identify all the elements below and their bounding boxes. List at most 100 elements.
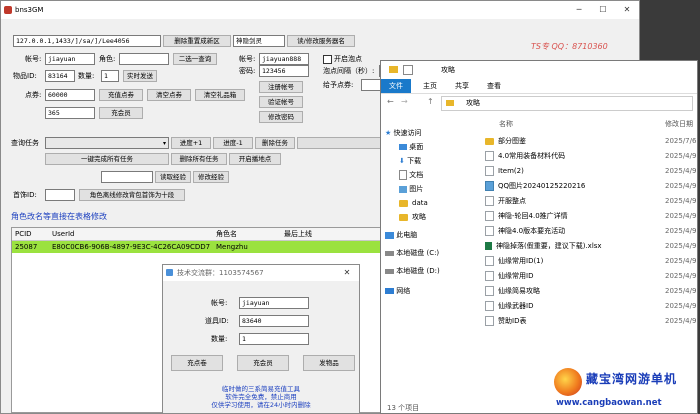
file-name: 仙缘常用ID(1) bbox=[498, 257, 544, 265]
modify-exp-button[interactable]: 修改经验 bbox=[193, 171, 229, 183]
nav-item-documents[interactable]: 文档 bbox=[381, 169, 473, 181]
list-item[interactable]: Item(2) 2025/4/9 bbox=[481, 165, 697, 178]
text-file-icon bbox=[485, 151, 494, 161]
nav-item-pictures[interactable]: 图片 bbox=[381, 183, 473, 195]
cell-userid[interactable]: E80C0CB6-906B-4897-9E3C-4C26CA09CDD7 bbox=[52, 241, 210, 253]
table-row[interactable]: 25087 E80C0CB6-906B-4897-9E3C-4C26CA09CD… bbox=[12, 241, 382, 253]
minimize-icon[interactable]: ─ bbox=[567, 1, 591, 19]
recharge-vip-button[interactable]: 充会员 bbox=[99, 107, 143, 119]
item-id-field[interactable]: 83164 bbox=[45, 70, 75, 82]
nav-item-network[interactable]: 网络 bbox=[381, 285, 473, 297]
notice-line-2: 软件完全免费，禁止商用 bbox=[225, 393, 297, 401]
nav-item-data[interactable]: data bbox=[381, 197, 473, 209]
reset-new-server-button[interactable]: 删除重置成新区 bbox=[163, 35, 231, 47]
list-item[interactable]: 神隐4.0版本要充活动 2025/4/9 bbox=[481, 225, 697, 238]
exp-field[interactable] bbox=[101, 171, 153, 183]
col-role-name[interactable]: 角色名 bbox=[216, 228, 237, 240]
list-item[interactable]: 部分图鉴 2025/7/6 bbox=[481, 135, 697, 148]
nav-item-disk-d[interactable]: 本地磁盘 (D:) bbox=[381, 265, 473, 277]
clear-points-button[interactable]: 清空点券 bbox=[147, 89, 191, 101]
change-password-button[interactable]: 修改密码 bbox=[259, 111, 303, 123]
close-icon[interactable]: ✕ bbox=[615, 1, 639, 19]
jewelry-id-field[interactable] bbox=[45, 189, 75, 201]
tab-home[interactable]: 主页 bbox=[423, 79, 437, 93]
file-date: 2025/4/9 bbox=[665, 197, 697, 205]
dialog-points-button[interactable]: 充点卷 bbox=[171, 355, 223, 371]
file-date: 2025/4/9 bbox=[665, 302, 697, 310]
choose-one-query-button[interactable]: 二选一查询 bbox=[173, 53, 217, 65]
nav-item-guide[interactable]: 攻略 bbox=[381, 211, 473, 223]
list-item[interactable]: 神隐-轮回4.0推广详情 2025/4/9 bbox=[481, 210, 697, 223]
backpack-jewelry-button[interactable]: 角色离线修改背包首饰为十段 bbox=[79, 189, 185, 201]
dialog-item-id-field[interactable]: 83640 bbox=[239, 315, 309, 327]
list-item[interactable]: 赞助ID表 2025/4/9 bbox=[481, 315, 697, 328]
task-select[interactable]: ▾ bbox=[45, 137, 169, 149]
file-date: 2025/4/9 bbox=[665, 152, 697, 160]
server-address-field[interactable]: 127.0.0.1,1433/]/sa/]/Lee4056 bbox=[13, 35, 161, 47]
nav-item-desktop[interactable]: 桌面 bbox=[381, 141, 473, 153]
forward-icon[interactable]: → bbox=[401, 97, 408, 106]
nav-item-this-pc[interactable]: 此电脑 bbox=[381, 229, 473, 241]
col-pcid[interactable]: PCID bbox=[15, 228, 32, 240]
list-item[interactable]: 开服整点 2025/4/9 bbox=[481, 195, 697, 208]
list-item[interactable]: 仙缘简易攻略 2025/4/9 bbox=[481, 285, 697, 298]
vip-days-field[interactable]: 365 bbox=[45, 107, 95, 119]
nav-item-downloads[interactable]: ⬇ 下载 bbox=[381, 155, 473, 167]
account-field[interactable]: jiayuan bbox=[45, 53, 95, 65]
password-field[interactable]: 123456 bbox=[259, 65, 309, 77]
file-name: 赞助ID表 bbox=[498, 317, 527, 325]
cell-pcid[interactable]: 25087 bbox=[15, 241, 37, 253]
nav-item-quick-access[interactable]: ★ 快速访问 bbox=[381, 127, 473, 139]
recharge-points-button[interactable]: 充值点券 bbox=[99, 89, 143, 101]
file-name: 部分图鉴 bbox=[498, 137, 526, 145]
dialog-close-icon[interactable]: ✕ bbox=[335, 265, 359, 281]
check-icon[interactable] bbox=[403, 65, 413, 75]
list-item[interactable]: 仙缘常用ID(1) 2025/4/9 bbox=[481, 255, 697, 268]
register-account-button[interactable]: 注册帐号 bbox=[259, 81, 303, 93]
tab-share[interactable]: 共享 bbox=[455, 79, 469, 93]
nav-item-disk-c[interactable]: 本地磁盘 (C:) bbox=[381, 247, 473, 259]
qty-field[interactable]: 1 bbox=[101, 70, 119, 82]
up-icon[interactable]: ↑ bbox=[427, 97, 434, 106]
maximize-icon[interactable]: ☐ bbox=[591, 1, 615, 19]
read-exp-button[interactable]: 读取经验 bbox=[155, 171, 191, 183]
col-userid[interactable]: UserId bbox=[52, 228, 74, 240]
delete-task-button[interactable]: 删除任务 bbox=[255, 137, 295, 149]
list-item[interactable]: QQ图片20240125220216 2025/4/9 bbox=[481, 180, 697, 193]
verify-account-button[interactable]: 验证帐号 bbox=[259, 96, 303, 108]
progress-minus-button[interactable]: 进度-1 bbox=[213, 137, 253, 149]
modify-server-name-button[interactable]: 读/修改服务器名 bbox=[287, 35, 355, 47]
dialog-vip-button[interactable]: 充会员 bbox=[237, 355, 289, 371]
col-name[interactable]: 名称 bbox=[499, 117, 513, 131]
file-list-header: 名称 修改日期 bbox=[481, 117, 697, 131]
dialog-item-button[interactable]: 发物品 bbox=[303, 355, 355, 371]
role-field[interactable] bbox=[119, 53, 169, 65]
back-icon[interactable]: ← bbox=[387, 97, 394, 106]
breadcrumb[interactable]: 攻略 bbox=[441, 96, 693, 111]
col-last-online[interactable]: 最后上线 bbox=[284, 228, 312, 240]
explorer-title: 攻略 bbox=[441, 66, 455, 74]
account2-field[interactable]: jiayuan888 bbox=[259, 53, 309, 65]
delete-all-tasks-button[interactable]: 删除所有任务 bbox=[171, 153, 227, 165]
file-date: 2025/4/9 bbox=[665, 257, 697, 265]
list-item[interactable]: 仙缘常用ID 2025/4/9 bbox=[481, 270, 697, 283]
server-name-field[interactable]: 神隐剑灵 bbox=[233, 35, 285, 47]
open-map-point-button[interactable]: 开启播地点 bbox=[229, 153, 281, 165]
points-field[interactable]: 60000 bbox=[45, 89, 95, 101]
network-icon bbox=[385, 288, 394, 294]
tab-view[interactable]: 查看 bbox=[487, 79, 501, 93]
progress-plus-button[interactable]: 进度+1 bbox=[171, 137, 211, 149]
realtime-send-button[interactable]: 实时发送 bbox=[123, 70, 157, 82]
dialog-account-field[interactable]: jiayuan bbox=[239, 297, 309, 309]
dialog-qty-field[interactable]: 1 bbox=[239, 333, 309, 345]
complete-all-tasks-button[interactable]: 一键完成所有任务 bbox=[45, 153, 169, 165]
list-item[interactable]: 仙缘武器ID 2025/4/9 bbox=[481, 300, 697, 313]
tab-file[interactable]: 文件 bbox=[381, 79, 411, 93]
col-date[interactable]: 修改日期 bbox=[665, 117, 693, 131]
clear-gifts-button[interactable]: 清空礼品箱 bbox=[195, 89, 245, 101]
points-label: 点券: bbox=[25, 91, 42, 99]
cell-role-name[interactable]: Mengzhu bbox=[216, 241, 248, 253]
list-item[interactable]: 神隐掉落(假重要，建议下载).xlsx 2025/4/9 bbox=[481, 240, 697, 253]
open-point-checkbox[interactable]: 开启泡点 bbox=[323, 53, 362, 65]
list-item[interactable]: 4.0常用装备材料代码 2025/4/9 bbox=[481, 150, 697, 163]
